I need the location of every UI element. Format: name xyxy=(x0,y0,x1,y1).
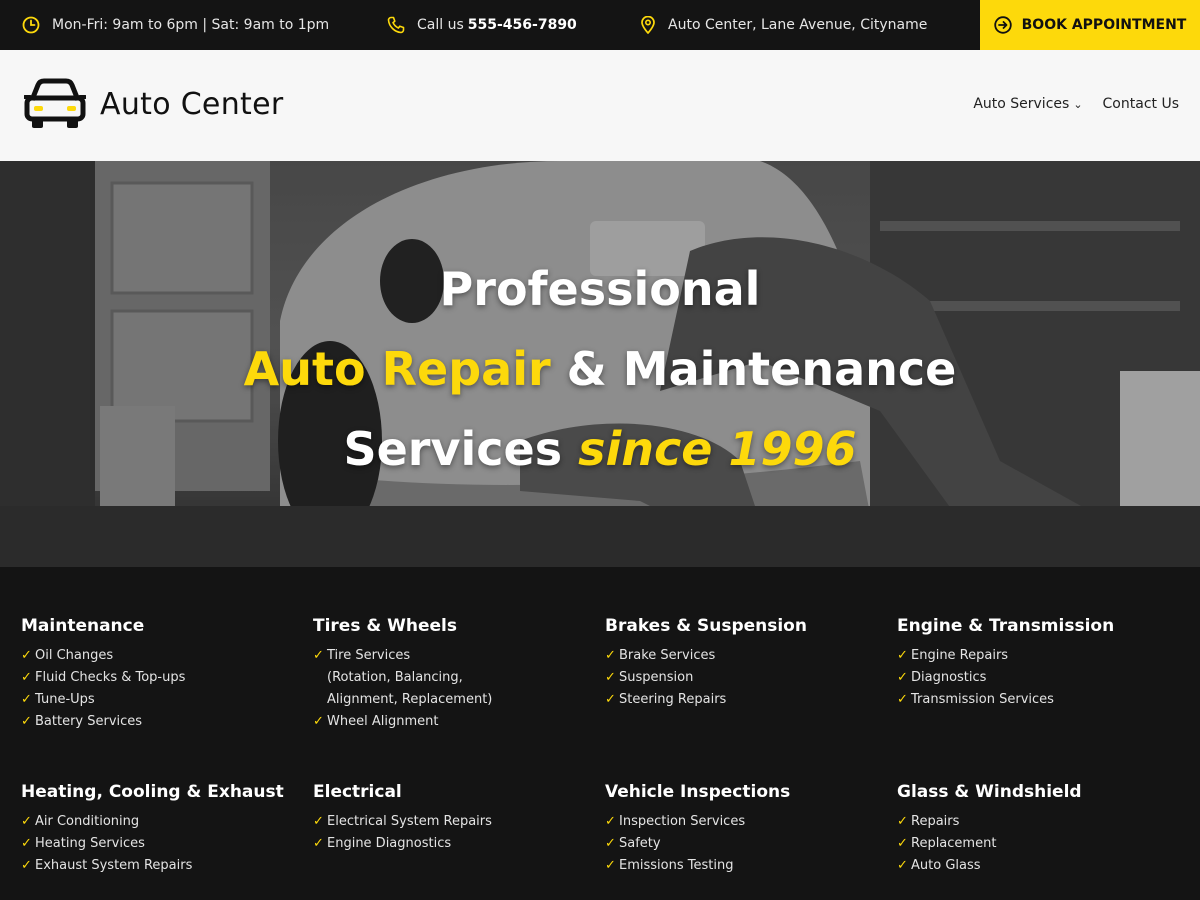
service-item: Transmission Services xyxy=(897,689,1177,711)
service-card: Heating, Cooling & Exhaust Air Condition… xyxy=(21,782,301,877)
service-item: Diagnostics xyxy=(897,667,1177,689)
hours-info: Mon-Fri: 9am to 6pm | Sat: 9am to 1pm xyxy=(22,0,329,50)
nav-contact-us-label: Contact Us xyxy=(1102,96,1179,112)
brand-name: Auto Center xyxy=(100,86,284,122)
service-list: Air ConditioningHeating ServicesExhaust … xyxy=(21,811,301,877)
hero-headline: Professional Auto Repair & Maintenance S… xyxy=(0,249,1200,489)
service-card: Electrical Electrical System RepairsEngi… xyxy=(313,782,593,855)
service-card: Glass & Windshield RepairsReplacementAut… xyxy=(897,782,1177,877)
phone-info[interactable]: Call us 555-456-7890 xyxy=(387,0,577,50)
hero-line-2-rest: & Maintenance xyxy=(566,342,957,396)
service-item: Suspension xyxy=(605,667,885,689)
service-list: Engine RepairsDiagnosticsTransmission Se… xyxy=(897,645,1177,711)
service-item: Air Conditioning xyxy=(21,811,301,833)
service-title: Electrical xyxy=(313,782,402,802)
service-item: Safety xyxy=(605,833,885,855)
service-list: Inspection ServicesSafetyEmissions Testi… xyxy=(605,811,885,877)
services-section: Maintenance Oil ChangesFluid Checks & To… xyxy=(0,567,1200,900)
service-item: Inspection Services xyxy=(605,811,885,833)
hero-line-2-highlight: Auto Repair xyxy=(243,342,551,396)
service-card: Tires & Wheels Tire Services(Rotation, B… xyxy=(313,616,593,733)
service-card: Engine & Transmission Engine RepairsDiag… xyxy=(897,616,1177,711)
service-item: Engine Diagnostics xyxy=(313,833,593,855)
service-item: Battery Services xyxy=(21,711,301,733)
service-title: Vehicle Inspections xyxy=(605,782,791,802)
service-item: Wheel Alignment xyxy=(313,711,593,733)
service-item: Steering Repairs xyxy=(605,689,885,711)
service-title: Engine & Transmission xyxy=(897,616,1115,636)
service-list: Oil ChangesFluid Checks & Top-upsTune-Up… xyxy=(21,645,301,733)
site-header: Auto Center Auto Services ⌄ Contact Us xyxy=(0,50,1200,161)
hero-line-2: Auto Repair & Maintenance xyxy=(0,329,1200,409)
service-title: Heating, Cooling & Exhaust xyxy=(21,782,284,802)
address-text: Auto Center, Lane Avenue, Cityname xyxy=(668,17,928,33)
top-bar: Mon-Fri: 9am to 6pm | Sat: 9am to 1pm Ca… xyxy=(0,0,1200,50)
service-card: Vehicle Inspections Inspection ServicesS… xyxy=(605,782,885,877)
service-item: Oil Changes xyxy=(21,645,301,667)
map-pin-icon xyxy=(641,16,655,34)
service-item: Brake Services xyxy=(605,645,885,667)
arrow-circle-icon xyxy=(993,16,1012,34)
service-item: Repairs xyxy=(897,811,1177,833)
nav-auto-services-label: Auto Services xyxy=(973,96,1070,112)
chevron-down-icon: ⌄ xyxy=(1073,97,1083,111)
service-list: RepairsReplacementAuto Glass xyxy=(897,811,1177,877)
main-nav: Auto Services ⌄ Contact Us xyxy=(973,96,1179,112)
service-item: Heating Services xyxy=(21,833,301,855)
hero-line-3: Services since 1996 xyxy=(0,409,1200,489)
service-title: Tires & Wheels xyxy=(313,616,457,636)
service-title: Maintenance xyxy=(21,616,145,636)
nav-contact-us[interactable]: Contact Us xyxy=(1103,96,1179,112)
service-card: Maintenance Oil ChangesFluid Checks & To… xyxy=(21,616,301,733)
service-title: Glass & Windshield xyxy=(897,782,1082,802)
clock-icon xyxy=(22,16,40,34)
hero-banner: Professional Auto Repair & Maintenance S… xyxy=(0,161,1200,567)
service-item: Replacement xyxy=(897,833,1177,855)
hero-line-3-highlight: since 1996 xyxy=(578,422,857,476)
car-icon xyxy=(24,78,86,128)
call-prefix: Call us xyxy=(417,17,464,33)
service-list: Electrical System RepairsEngine Diagnost… xyxy=(313,811,593,855)
hours-text: Mon-Fri: 9am to 6pm | Sat: 9am to 1pm xyxy=(52,17,330,33)
hero-line-1-text: Professional xyxy=(439,262,761,316)
phone-number[interactable]: 555-456-7890 xyxy=(468,17,577,33)
service-title: Brakes & Suspension xyxy=(605,616,807,636)
service-list: Tire Services(Rotation, Balancing,Alignm… xyxy=(313,645,593,733)
service-item: Tire Services(Rotation, Balancing,Alignm… xyxy=(313,645,593,711)
logo[interactable]: Auto Center xyxy=(24,78,283,130)
service-item: Exhaust System Repairs xyxy=(21,855,301,877)
book-appointment-button[interactable]: BOOK APPOINTMENT xyxy=(980,0,1200,50)
phone-icon xyxy=(387,16,405,34)
service-item: Fluid Checks & Top-ups xyxy=(21,667,301,689)
service-list: Brake ServicesSuspensionSteering Repairs xyxy=(605,645,885,711)
service-item: Electrical System Repairs xyxy=(313,811,593,833)
hero-line-1: Professional xyxy=(0,249,1200,329)
address-info: Auto Center, Lane Avenue, Cityname xyxy=(640,0,927,50)
service-item: Emissions Testing xyxy=(605,855,885,877)
nav-auto-services[interactable]: Auto Services ⌄ xyxy=(973,96,1082,112)
hero-line-3-start: Services xyxy=(343,422,563,476)
service-item: Engine Repairs xyxy=(897,645,1177,667)
service-item: Tune-Ups xyxy=(21,689,301,711)
service-card: Brakes & Suspension Brake ServicesSuspen… xyxy=(605,616,885,711)
service-item: Auto Glass xyxy=(897,855,1177,877)
book-appointment-label: BOOK APPOINTMENT xyxy=(1021,17,1187,33)
